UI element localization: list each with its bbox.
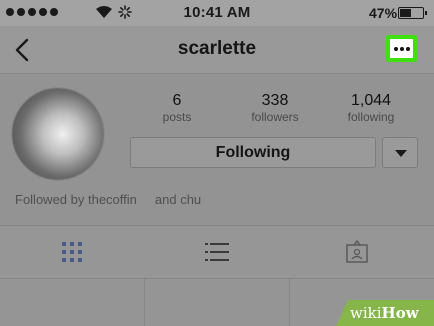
list-icon[interactable] (205, 240, 229, 264)
stat-followers-label: followers (251, 110, 299, 124)
avatar[interactable] (12, 88, 104, 180)
stat-posts[interactable]: 6 posts (127, 92, 227, 124)
tagged-photos-icon[interactable] (345, 240, 369, 264)
followed-by-and: and chu (154, 192, 202, 207)
watermark-prefix: wiki (350, 304, 382, 322)
stat-following[interactable]: 1,044 following (321, 92, 421, 124)
status-bar: 10:41 AM 47% (0, 0, 434, 26)
stat-posts-count: 6 (172, 92, 182, 109)
stat-following-count: 1,044 (350, 92, 392, 109)
followed-by-label: Followed by thecoffin (15, 192, 137, 207)
watermark-suffix: How (381, 304, 419, 322)
stat-followers-count: 338 (261, 92, 289, 109)
profile-username-title: scarlette (177, 38, 257, 59)
stat-following-label: following (347, 110, 395, 124)
grid-separator (144, 279, 145, 326)
followed-by-text[interactable]: Followed by thecoffin and chu (15, 192, 201, 207)
battery-percent: 47% (369, 5, 398, 21)
grid-separator (289, 279, 290, 326)
stat-posts-label: posts (162, 110, 192, 124)
more-options-icon (390, 39, 413, 58)
profile-tab-bar (0, 226, 434, 278)
grid-icon[interactable] (60, 240, 84, 264)
following-button[interactable]: Following (130, 137, 376, 168)
more-options-button[interactable] (386, 35, 417, 62)
stat-followers[interactable]: 338 followers (225, 92, 325, 124)
caret-down-icon (395, 150, 407, 157)
suggestions-dropdown-button[interactable] (382, 137, 418, 168)
battery-icon (398, 7, 427, 19)
wikihow-watermark: wikiHow (336, 300, 434, 326)
nav-bar: scarlette (0, 26, 434, 74)
